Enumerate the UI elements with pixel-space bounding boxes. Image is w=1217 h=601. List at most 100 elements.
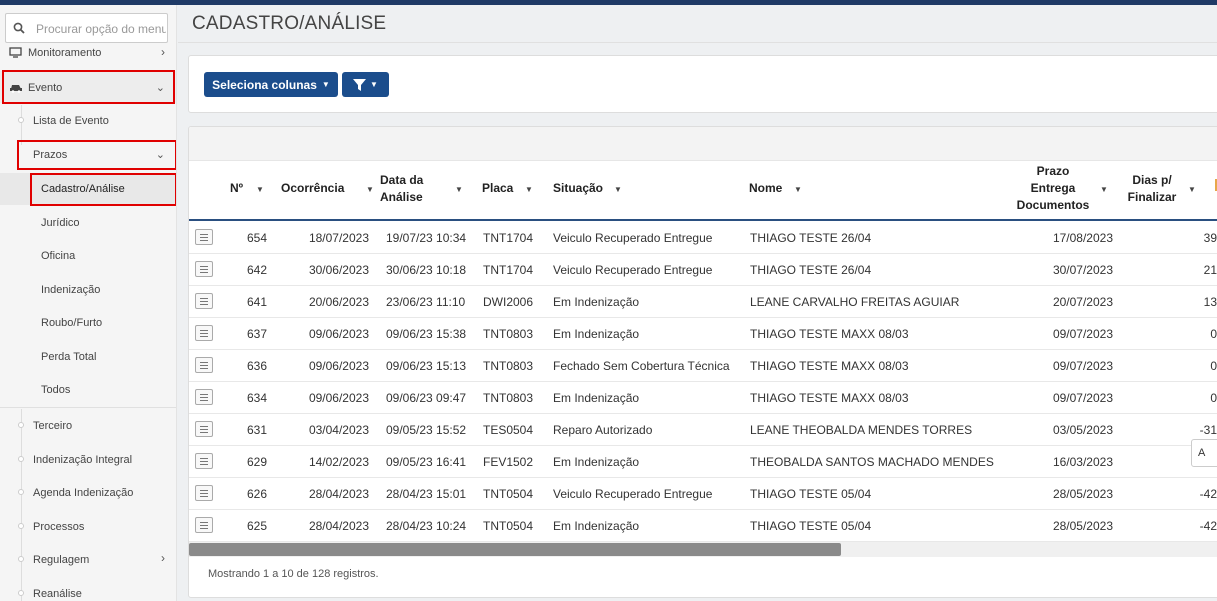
sort-icon[interactable]: ▼	[1100, 185, 1108, 194]
cell-situacao: Fechado Sem Cobertura Técnica	[553, 359, 730, 373]
cell-placa: TNT0504	[483, 519, 534, 533]
sidebar-item-label: Oficina	[41, 250, 76, 262]
cell-data-analise: 30/06/23 10:18	[386, 263, 467, 277]
cell-nome: THIAGO TESTE MAXX 08/03	[750, 327, 909, 341]
row-details-icon[interactable]	[195, 517, 213, 533]
cell-dias: 0	[1210, 391, 1217, 405]
cell-data-analise: 28/04/23 10:24	[386, 519, 467, 533]
button-label: Seleciona colunas	[212, 77, 317, 92]
cell-data-analise: 09/05/23 15:52	[386, 423, 467, 437]
row-details-icon[interactable]	[195, 453, 213, 469]
cell-data-analise: 19/07/23 10:34	[386, 231, 467, 245]
sidebar-item-label: Regulagem	[33, 554, 90, 566]
cell-situacao: Veiculo Recuperado Entregue	[553, 263, 713, 277]
cell-num: 642	[246, 263, 267, 277]
sort-icon[interactable]: ▼	[455, 185, 463, 194]
table-row[interactable]: 637 09/06/2023 09/06/23 15:38 TNT0803 Em Ind…	[189, 318, 1217, 350]
cell-nome: THIAGO TESTE 05/04	[750, 519, 872, 533]
select-columns-button[interactable]: Seleciona colunas ▼	[204, 72, 338, 97]
cell-data-analise: 09/06/23 15:38	[386, 327, 467, 341]
pagination-button[interactable]: A	[1191, 439, 1217, 467]
column-header-dias[interactable]: Dias p/ Finalizar	[1127, 172, 1177, 206]
search-input[interactable]	[36, 20, 166, 38]
row-details-icon[interactable]	[195, 485, 213, 501]
sort-icon[interactable]: ▼	[366, 185, 374, 194]
cell-ocorrencia: 09/06/2023	[308, 391, 369, 405]
table-row[interactable]: 641 20/06/2023 23/06/23 11:10 DWI2006 Em Ind…	[189, 286, 1217, 318]
table-header-border	[189, 219, 1217, 221]
cell-ocorrencia: 09/06/2023	[308, 359, 369, 373]
horizontal-scrollbar[interactable]	[189, 542, 1217, 557]
row-details-icon[interactable]	[195, 261, 213, 277]
cell-situacao: Em Indenização	[553, 455, 640, 469]
scrollbar-thumb[interactable]	[189, 543, 841, 556]
sidebar-item-lista-evento[interactable]: Lista de Evento	[0, 109, 176, 133]
tree-dot	[18, 590, 24, 596]
sidebar-item-label: Reanálise	[33, 588, 82, 600]
table-row[interactable]: 636 09/06/2023 09/06/23 15:13 TNT0803 Fechad…	[189, 350, 1217, 382]
table-row[interactable]: 625 28/04/2023 28/04/23 10:24 TNT0504 Em Ind…	[189, 510, 1217, 542]
sidebar-item-processos[interactable]: Processos	[0, 515, 176, 539]
cell-num: 626	[246, 487, 267, 501]
table-row[interactable]: 626 28/04/2023 28/04/23 15:01 TNT0504 Veicul…	[189, 478, 1217, 510]
sidebar-item-agenda-indenizacao[interactable]: Agenda Indenização	[0, 481, 176, 505]
sidebar-item-indenizacao-integral[interactable]: Indenização Integral	[0, 448, 176, 472]
sidebar-item-roubo-furto[interactable]: Roubo/Furto	[0, 312, 176, 336]
highlight-box	[17, 140, 176, 170]
sidebar-item-perda-total[interactable]: Perda Total	[0, 345, 176, 369]
sort-icon[interactable]: ▼	[794, 185, 802, 194]
row-details-icon[interactable]	[195, 229, 213, 245]
sort-icon[interactable]: ▼	[614, 185, 622, 194]
cell-num: 654	[246, 231, 267, 245]
cell-ocorrencia: 09/06/2023	[308, 327, 369, 341]
column-header-placa[interactable]: Placa	[482, 180, 513, 197]
table-row[interactable]: 634 09/06/2023 09/06/23 09:47 TNT0803 Em Ind…	[189, 382, 1217, 414]
row-details-icon[interactable]	[195, 421, 213, 437]
tree-dot	[18, 489, 24, 495]
sort-icon[interactable]: ▼	[525, 185, 533, 194]
column-header-data-analise[interactable]: Data da Análise	[380, 172, 423, 206]
cell-dias: -42	[1199, 519, 1217, 533]
cell-prazo: 20/07/2023	[1052, 295, 1113, 309]
cell-nome: THIAGO TESTE 26/04	[750, 263, 872, 277]
column-header-situacao[interactable]: Situação	[553, 180, 603, 197]
panel-header	[189, 127, 1217, 161]
tree-dot	[18, 556, 24, 562]
table-row[interactable]: 642 30/06/2023 30/06/23 10:18 TNT1704 Veicul…	[189, 254, 1217, 286]
cell-placa: TNT1704	[483, 231, 534, 245]
row-details-icon[interactable]	[195, 325, 213, 341]
sort-icon[interactable]: ▼	[1188, 185, 1196, 194]
column-header-nome[interactable]: Nome	[749, 180, 782, 197]
sidebar-item-juridico[interactable]: Jurídico	[0, 211, 176, 235]
menu-search[interactable]	[5, 13, 168, 43]
sidebar-item-label: Indenização	[41, 284, 101, 296]
sidebar-item-oficina[interactable]: Oficina	[0, 245, 176, 269]
cell-data-analise: 09/06/23 15:13	[386, 359, 467, 373]
column-header-ocorrencia[interactable]: Ocorrência	[281, 180, 344, 197]
sidebar-item-reanalise[interactable]: Reanálise	[0, 582, 176, 601]
table-row[interactable]: 629 14/02/2023 09/05/23 16:41 FEV1502 Em Ind…	[189, 446, 1217, 478]
sidebar-item-regulagem[interactable]: Regulagem ›	[0, 548, 176, 572]
sidebar-item-terceiro[interactable]: Terceiro	[0, 414, 176, 438]
cell-ocorrencia: 03/04/2023	[308, 423, 369, 437]
column-header-prazo[interactable]: Prazo Entrega Documentos	[1015, 163, 1091, 214]
cell-prazo: 03/05/2023	[1052, 423, 1113, 437]
column-header-num[interactable]: Nº	[230, 180, 243, 197]
cell-num: 636	[246, 359, 267, 373]
cell-data-analise: 28/04/23 15:01	[386, 487, 467, 501]
filter-button[interactable]: ▼	[342, 72, 389, 97]
sidebar-item-todos[interactable]: Todos	[0, 379, 176, 403]
row-details-icon[interactable]	[195, 357, 213, 373]
table-row[interactable]: 631 03/04/2023 09/05/23 15:52 TES0504 Reparo…	[189, 414, 1217, 446]
cell-situacao: Em Indenização	[553, 327, 640, 341]
divider	[178, 42, 1217, 43]
table-row[interactable]: 654 18/07/2023 19/07/23 10:34 TNT1704 Veicul…	[189, 222, 1217, 254]
cell-dias: 0	[1210, 359, 1217, 373]
row-details-icon[interactable]	[195, 389, 213, 405]
cell-placa: DWI2006	[483, 295, 534, 309]
page-title: CADASTRO/ANÁLISE	[192, 13, 387, 34]
sidebar-item-monitoramento[interactable]: Monitoramento ›	[0, 45, 176, 61]
row-details-icon[interactable]	[195, 293, 213, 309]
sidebar-item-indenizacao[interactable]: Indenização	[0, 278, 176, 302]
sort-icon[interactable]: ▼	[256, 185, 264, 194]
